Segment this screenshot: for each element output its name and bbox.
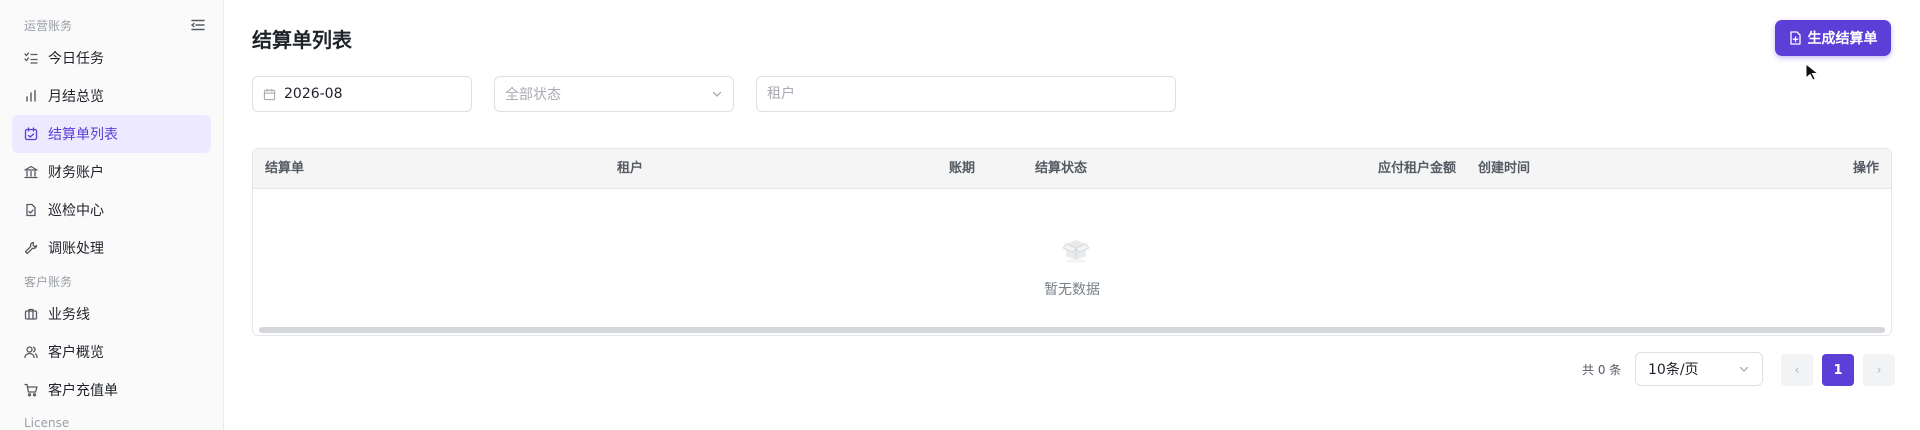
- task-list-icon: [24, 51, 38, 65]
- column-header-created-at: 创建时间: [1478, 161, 1531, 176]
- sidebar: 运营账务 今日任务 月结总览 结算单列表 财务账户 巡检中心 调账处理 客户账务…: [0, 0, 224, 430]
- chevron-down-icon: [1738, 363, 1750, 375]
- users-icon: [24, 345, 38, 359]
- sidebar-group-label: License: [24, 416, 70, 430]
- tenant-input[interactable]: [767, 86, 1165, 102]
- menu-collapse-icon[interactable]: [189, 16, 207, 34]
- empty-box-icon: [1062, 240, 1090, 263]
- column-header-actions: 操作: [1852, 161, 1879, 176]
- pagination-total: 共 0 条: [1582, 362, 1622, 377]
- sidebar-item-label: 结算单列表: [48, 127, 118, 143]
- briefcase-icon: [24, 307, 38, 321]
- page-title: 结算单列表: [252, 28, 352, 52]
- table-empty-state: 暂无数据: [253, 189, 1891, 335]
- sidebar-item-label: 财务账户: [48, 165, 104, 181]
- page-size-value: 10条/页: [1648, 362, 1699, 378]
- wrench-icon: [24, 241, 38, 255]
- page-1-button[interactable]: 1: [1822, 354, 1854, 386]
- column-header-status: 结算状态: [1035, 161, 1088, 176]
- month-picker[interactable]: 2026-08: [252, 76, 472, 112]
- sidebar-item-label: 客户充值单: [48, 383, 118, 399]
- horizontal-scrollbar[interactable]: [259, 327, 1885, 333]
- calendar-check-icon: [24, 127, 38, 141]
- sidebar-item-label: 业务线: [48, 307, 90, 323]
- sidebar-item-business-lines[interactable]: 业务线: [12, 295, 211, 333]
- sidebar-item-label: 月结总览: [48, 89, 104, 105]
- empty-text: 暂无数据: [1044, 282, 1100, 298]
- chevron-down-icon: [711, 88, 723, 100]
- status-select[interactable]: 全部状态: [494, 76, 734, 112]
- bar-chart-icon: [24, 89, 38, 103]
- sidebar-group-operations: 运营账务: [0, 11, 223, 39]
- sidebar-item-label: 客户概览: [48, 345, 104, 361]
- column-header-payable-amount: 应付租户金额: [1377, 161, 1456, 176]
- generate-settlement-label: 生成结算单: [1807, 31, 1878, 47]
- sidebar-item-today-tasks[interactable]: 今日任务: [12, 39, 211, 77]
- sidebar-item-recharge-orders[interactable]: 客户充值单: [12, 371, 211, 409]
- table-header: 结算单 租户 账期 结算状态 应付租户金额 创建时间 操作: [253, 149, 1891, 189]
- mouse-cursor-icon: [1805, 62, 1820, 81]
- file-check-icon: [24, 203, 38, 217]
- prev-page-button[interactable]: ‹: [1781, 354, 1813, 386]
- sidebar-item-label: 巡检中心: [48, 203, 104, 219]
- generate-settlement-button[interactable]: 生成结算单: [1775, 20, 1891, 56]
- status-placeholder: 全部状态: [505, 87, 561, 103]
- next-page-button[interactable]: ›: [1863, 354, 1895, 386]
- sidebar-item-label: 今日任务: [48, 51, 104, 67]
- main-content: 结算单列表 生成结算单 2026-08 全部状态 租户 结算单 租户 账期 结算…: [224, 0, 1920, 430]
- sidebar-item-customer-overview[interactable]: 客户概览: [12, 333, 211, 371]
- sidebar-group-label: 运营账务: [24, 18, 73, 33]
- sidebar-group-label: 客户账务: [24, 274, 73, 289]
- settlement-table: 结算单 租户 账期 结算状态 应付租户金额 创建时间 操作 暂无数据: [252, 148, 1892, 336]
- column-header-tenant: 租户: [617, 161, 644, 176]
- column-header-period: 账期: [949, 161, 976, 176]
- tenant-filter: [756, 76, 1176, 112]
- sidebar-group-license: License: [0, 409, 223, 430]
- sidebar-item-label: 调账处理: [48, 241, 104, 257]
- sidebar-item-finance-accounts[interactable]: 财务账户: [12, 153, 211, 191]
- calendar-icon: [263, 88, 276, 101]
- sidebar-item-inspection-center[interactable]: 巡检中心: [12, 191, 211, 229]
- sidebar-item-monthly-overview[interactable]: 月结总览: [12, 77, 211, 115]
- column-header-settlement: 结算单: [265, 161, 305, 176]
- sidebar-item-settlement-list[interactable]: 结算单列表: [12, 115, 211, 153]
- page-size-select[interactable]: 10条/页: [1635, 352, 1763, 386]
- bank-icon: [24, 165, 38, 179]
- month-value: 2026-08: [284, 86, 343, 102]
- sidebar-group-customers: 客户账务: [0, 267, 223, 295]
- file-plus-icon: [1789, 31, 1802, 45]
- sidebar-item-adjustments[interactable]: 调账处理: [12, 229, 211, 267]
- cart-icon: [24, 383, 38, 397]
- app: 运营账务 今日任务 月结总览 结算单列表 财务账户 巡检中心 调账处理 客户账务…: [0, 0, 1920, 430]
